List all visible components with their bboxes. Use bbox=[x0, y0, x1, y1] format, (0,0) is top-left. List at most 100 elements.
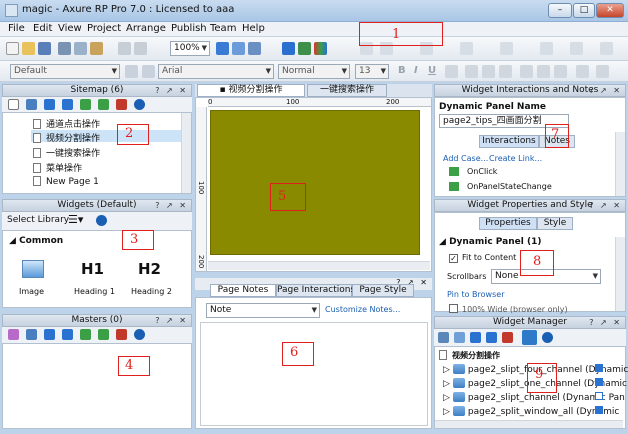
heading2-widget-icon[interactable]: H2 bbox=[138, 260, 161, 278]
zoom-select[interactable]: 100% ▼ bbox=[170, 41, 210, 56]
menu-publish[interactable]: Publish bbox=[171, 23, 207, 34]
notes-textarea[interactable] bbox=[200, 322, 428, 426]
page-item[interactable]: 通道点击操作 bbox=[33, 117, 100, 130]
border-icon[interactable] bbox=[500, 42, 513, 55]
pane-controls-icon[interactable]: ? ↗ ✕ bbox=[589, 85, 622, 96]
align-center-icon[interactable] bbox=[482, 65, 495, 78]
wide-checkbox[interactable]: 100% Wide (browser only) bbox=[449, 304, 568, 314]
heading1-widget-icon[interactable]: H1 bbox=[81, 260, 104, 278]
paste-icon[interactable] bbox=[90, 42, 103, 55]
tab-properties[interactable]: Properties bbox=[479, 217, 537, 230]
select-intersect-icon[interactable] bbox=[216, 42, 229, 55]
undo-icon[interactable] bbox=[118, 42, 131, 55]
align-icon[interactable] bbox=[570, 42, 583, 55]
move-down-icon[interactable] bbox=[62, 329, 73, 340]
search-icon[interactable] bbox=[134, 329, 145, 340]
indent-icon[interactable] bbox=[80, 99, 91, 110]
preview-icon[interactable] bbox=[282, 42, 295, 55]
delete-page-icon[interactable] bbox=[116, 99, 127, 110]
tab-search[interactable]: 一键搜索操作 bbox=[307, 84, 387, 97]
cut-icon[interactable] bbox=[58, 42, 71, 55]
delete-icon[interactable] bbox=[502, 332, 513, 343]
widgets-section-common[interactable]: ◢ Common bbox=[9, 236, 63, 246]
move-up-icon[interactable] bbox=[44, 99, 55, 110]
pane-controls-icon[interactable]: ? ↗ ✕ bbox=[589, 317, 622, 328]
tab-interactions[interactable]: Interactions bbox=[479, 135, 539, 148]
align-left-icon[interactable] bbox=[465, 65, 478, 78]
interactions-scrollbar[interactable] bbox=[615, 132, 625, 196]
save-icon[interactable] bbox=[38, 42, 51, 55]
tab-video-split[interactable]: ▪ 视频分割操作 bbox=[197, 84, 305, 97]
redo-icon[interactable] bbox=[134, 42, 147, 55]
arrow-style-icon[interactable] bbox=[460, 42, 473, 55]
style-edit-icon[interactable] bbox=[125, 65, 138, 78]
add-page-icon[interactable] bbox=[8, 99, 19, 110]
event-onclick[interactable]: OnClick bbox=[467, 167, 497, 176]
font-select[interactable]: Arial ▼ bbox=[158, 64, 274, 79]
publish-icon[interactable] bbox=[314, 42, 327, 55]
new-icon[interactable] bbox=[6, 42, 19, 55]
canvas-hscrollbar[interactable] bbox=[208, 261, 430, 270]
move-down-icon[interactable] bbox=[486, 332, 497, 343]
share-icon[interactable] bbox=[298, 42, 311, 55]
menu-help[interactable]: Help bbox=[242, 23, 265, 34]
manager-item[interactable]: ▷ page2_split_window_all (Dynamic bbox=[443, 406, 619, 417]
indent-icon[interactable] bbox=[80, 329, 91, 340]
customize-notes-link[interactable]: Customize Notes... bbox=[325, 305, 400, 314]
style-select[interactable]: Default ▼ bbox=[10, 64, 120, 79]
add-folder-icon[interactable] bbox=[26, 329, 37, 340]
pane-controls-icon[interactable]: ? ↗ ✕ bbox=[155, 315, 188, 326]
visibility-toggle-icon[interactable] bbox=[595, 364, 603, 372]
menu-team[interactable]: Team bbox=[210, 23, 236, 34]
menu-icon[interactable]: ☰▾ bbox=[68, 213, 83, 226]
underline-icon[interactable]: U bbox=[428, 65, 436, 76]
move-up-icon[interactable] bbox=[470, 332, 481, 343]
align-middle-icon[interactable] bbox=[537, 65, 550, 78]
tab-page-notes[interactable]: Page Notes bbox=[210, 284, 276, 297]
page-item[interactable]: 一键搜索操作 bbox=[33, 146, 100, 159]
page-item-selected[interactable]: 视频分割操作 bbox=[33, 131, 100, 144]
add-master-icon[interactable] bbox=[8, 329, 19, 340]
add-state-icon[interactable] bbox=[438, 332, 449, 343]
select-contained-icon[interactable] bbox=[232, 42, 245, 55]
duplicate-icon[interactable] bbox=[454, 332, 465, 343]
menu-arrange[interactable]: Arrange bbox=[126, 23, 166, 34]
image-widget-icon[interactable] bbox=[22, 260, 44, 278]
group-icon[interactable] bbox=[600, 42, 613, 55]
distribute-icon[interactable] bbox=[540, 42, 553, 55]
format-paint-icon[interactable] bbox=[142, 65, 155, 78]
minimize-button[interactable]: – bbox=[548, 3, 572, 18]
dynamic-panel[interactable] bbox=[210, 110, 420, 255]
move-up-icon[interactable] bbox=[44, 329, 55, 340]
fit-to-content-checkbox[interactable]: ✓ Fit to Content bbox=[449, 253, 516, 263]
visibility-toggle-icon[interactable] bbox=[595, 392, 603, 400]
text-color-icon[interactable] bbox=[445, 65, 458, 78]
bullet-icon[interactable] bbox=[576, 65, 589, 78]
align-right-icon[interactable] bbox=[499, 65, 512, 78]
bold-icon[interactable]: B bbox=[398, 65, 406, 76]
note-select[interactable]: Note ▼ bbox=[206, 303, 320, 318]
search-icon[interactable] bbox=[96, 215, 107, 226]
maximize-button[interactable]: □ bbox=[573, 3, 595, 18]
copy-icon[interactable] bbox=[74, 42, 87, 55]
page-item[interactable]: 菜单操作 bbox=[33, 161, 82, 174]
font-weight-select[interactable]: Normal ▼ bbox=[278, 64, 350, 79]
properties-scrollbar[interactable] bbox=[615, 237, 625, 311]
add-folder-icon[interactable] bbox=[26, 99, 37, 110]
tab-style[interactable]: Style bbox=[537, 217, 573, 230]
move-down-icon[interactable] bbox=[62, 99, 73, 110]
search-icon[interactable] bbox=[542, 332, 553, 343]
menu-file[interactable]: File bbox=[8, 23, 25, 34]
page-item[interactable]: New Page 1 bbox=[33, 176, 99, 187]
filter-icon[interactable] bbox=[522, 330, 537, 345]
connector-icon[interactable] bbox=[248, 42, 261, 55]
pin-to-browser-link[interactable]: Pin to Browser bbox=[447, 290, 504, 299]
visibility-toggle-icon[interactable] bbox=[595, 406, 603, 414]
visibility-toggle-icon[interactable] bbox=[595, 378, 603, 386]
delete-master-icon[interactable] bbox=[116, 329, 127, 340]
close-button[interactable]: ✕ bbox=[596, 3, 624, 18]
create-link-link[interactable]: Create Link... bbox=[489, 154, 542, 163]
outdent-icon[interactable] bbox=[98, 99, 109, 110]
add-case-link[interactable]: Add Case... bbox=[443, 154, 488, 163]
manager-root[interactable]: 视频分割操作 bbox=[439, 350, 500, 361]
